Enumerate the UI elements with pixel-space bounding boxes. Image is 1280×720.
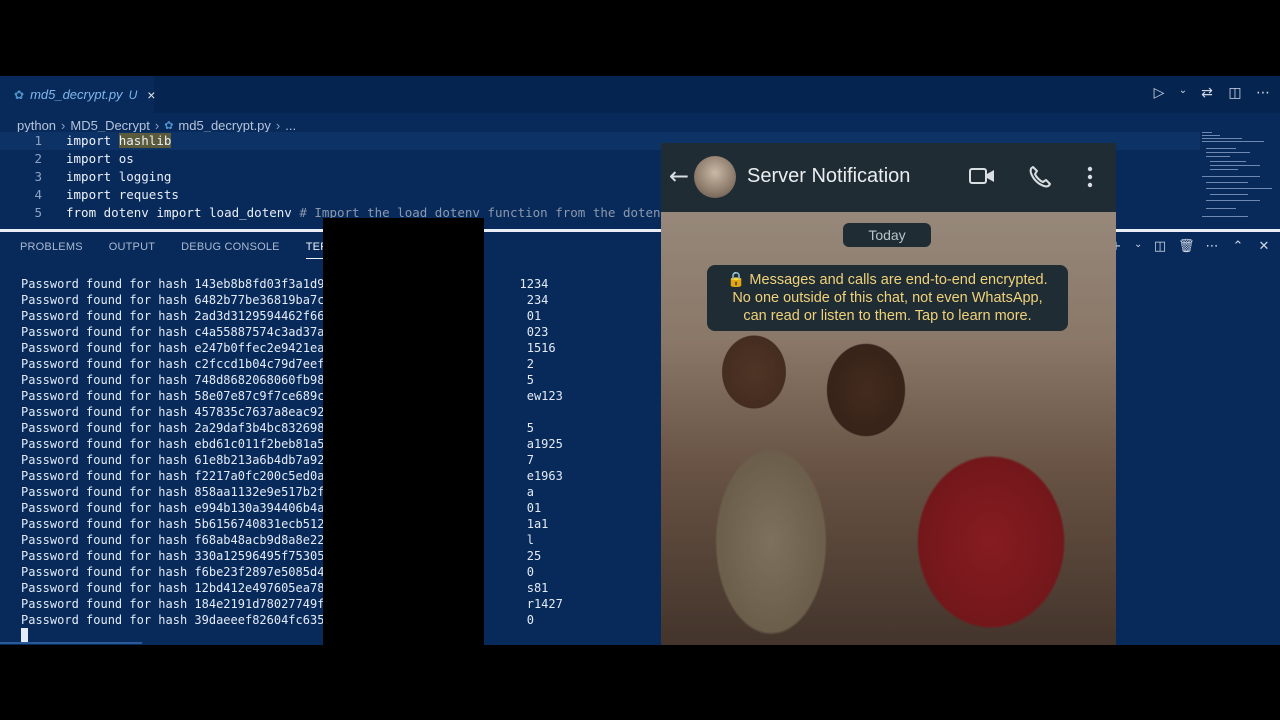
- tab-filename: md5_decrypt.py: [30, 87, 123, 102]
- editor-tab[interactable]: ✿ md5_decrypt.py U ×: [0, 76, 155, 113]
- split-terminal-icon[interactable]: ◫: [1152, 239, 1168, 254]
- line-number: 4: [34, 187, 42, 202]
- module-name: requests: [118, 187, 179, 202]
- minimap[interactable]: [1202, 130, 1276, 226]
- letterbox-bottom: [0, 645, 1280, 720]
- contact-name[interactable]: Server Notification: [747, 165, 910, 188]
- python-file-icon: ✿: [14, 87, 25, 102]
- whatsapp-chat-overlay: ← Server Notification Today 🔒 Messages a…: [661, 143, 1116, 645]
- editor-actions: ▷ ⌄ ⇄ ◫ ⋯: [1150, 85, 1272, 101]
- tab-problems[interactable]: PROBLEMS: [20, 241, 83, 259]
- avatar[interactable]: [694, 156, 736, 198]
- line-number: 5: [34, 205, 42, 220]
- line-number: 3: [34, 169, 42, 184]
- panel-tabs: PROBLEMS OUTPUT DEBUG CONSOLE TERMINAL: [20, 241, 363, 259]
- tab-output[interactable]: OUTPUT: [109, 241, 155, 259]
- keyword: import: [66, 133, 112, 148]
- run-icon[interactable]: ▷: [1150, 85, 1168, 101]
- trash-icon[interactable]: 🗑: [1178, 239, 1195, 254]
- function-name: load_dotenv: [209, 205, 292, 220]
- encryption-notice-line: No one outside of this chat, not even Wh…: [732, 290, 1043, 306]
- line-number: 2: [34, 151, 42, 166]
- split-editor-icon[interactable]: ◫: [1226, 85, 1244, 101]
- more-actions-icon[interactable]: ⋯: [1204, 239, 1220, 254]
- source-control-icon[interactable]: ⇄: [1198, 85, 1216, 101]
- encryption-notice-line: can read or listen to them. Tap to learn…: [743, 308, 1032, 324]
- chevron-down-icon[interactable]: ⌄: [1134, 239, 1142, 254]
- chevron-down-icon[interactable]: ⌄: [1178, 85, 1188, 101]
- terminal-scrollbar[interactable]: [0, 642, 142, 644]
- tab-debug-console[interactable]: DEBUG CONSOLE: [181, 241, 280, 259]
- untracked-badge: U: [128, 87, 138, 102]
- redaction-block: [323, 218, 484, 645]
- module-name: os: [118, 151, 134, 166]
- panel-actions: + ⌄ ◫ 🗑 ⋯ ⌃ ✕: [1108, 239, 1272, 254]
- chat-header: ← Server Notification: [661, 143, 1116, 212]
- more-options-icon[interactable]: [1087, 165, 1093, 193]
- terminal-cursor: [21, 628, 28, 642]
- video-call-icon[interactable]: [969, 165, 995, 191]
- keyword: import: [66, 151, 112, 166]
- phone-icon[interactable]: [1028, 165, 1052, 193]
- python-file-icon: ✿: [164, 119, 174, 132]
- keyword: import: [66, 187, 112, 202]
- close-panel-icon[interactable]: ✕: [1256, 239, 1272, 254]
- module-name: logging: [118, 169, 172, 184]
- chevron-up-icon[interactable]: ⌃: [1230, 239, 1246, 254]
- letterbox-top: [0, 0, 1280, 76]
- back-arrow-icon[interactable]: ←: [669, 164, 689, 188]
- encryption-notice[interactable]: 🔒 Messages and calls are end-to-end encr…: [707, 265, 1068, 331]
- keyword: import: [66, 169, 112, 184]
- more-actions-icon[interactable]: ⋯: [1254, 85, 1272, 101]
- module-name: dotenv: [103, 205, 149, 220]
- date-chip: Today: [843, 223, 931, 247]
- keyword: from: [66, 205, 97, 220]
- keyword: import: [156, 205, 202, 220]
- encryption-notice-line: 🔒 Messages and calls are end-to-end encr…: [727, 272, 1048, 288]
- module-name: hashlib: [118, 133, 172, 148]
- close-tab-icon[interactable]: ×: [147, 87, 155, 103]
- editor-tab-strip: ✿ md5_decrypt.py U × ▷ ⌄ ⇄ ◫ ⋯: [0, 76, 1280, 113]
- line-number: 1: [34, 133, 42, 148]
